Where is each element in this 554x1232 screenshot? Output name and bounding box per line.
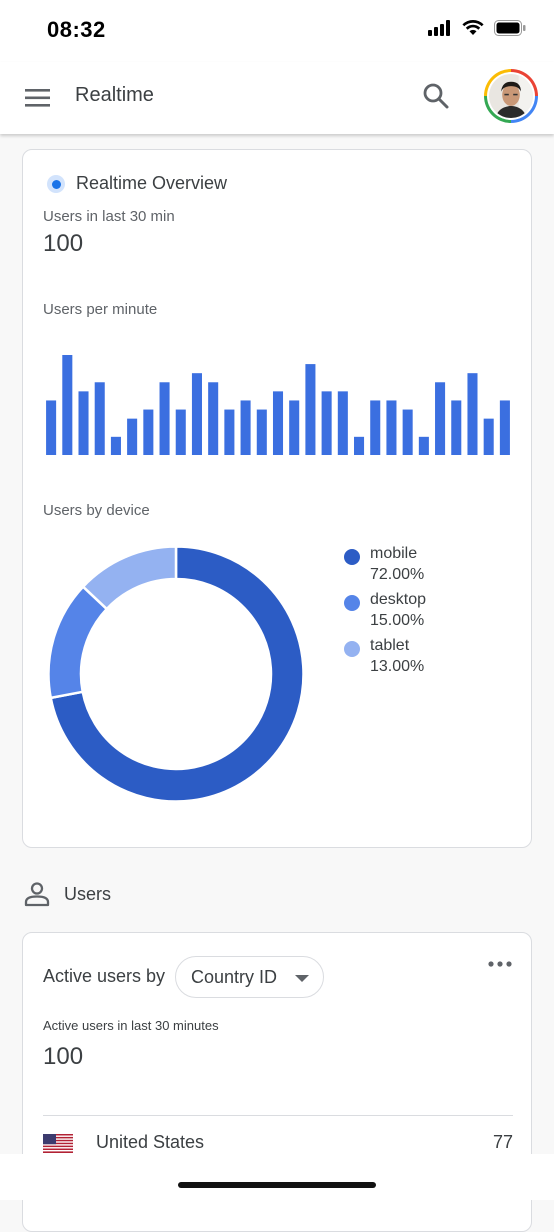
- home-indicator[interactable]: [178, 1182, 376, 1188]
- legend-swatch: [344, 549, 360, 565]
- chart-bar: [321, 391, 332, 455]
- chart-bar: [256, 409, 267, 455]
- chart-bar: [159, 382, 170, 455]
- chart-bar: [289, 400, 300, 455]
- chart-bar: [78, 391, 89, 455]
- battery-icon: [494, 20, 526, 36]
- chart-bar: [370, 400, 381, 455]
- users-per-minute-chart: [46, 355, 510, 455]
- more-options-icon[interactable]: [488, 960, 512, 968]
- chart-bar: [46, 400, 57, 455]
- legend-value: 72.00%: [370, 566, 425, 583]
- chart-bar: [175, 409, 186, 455]
- chart-bar: [240, 400, 251, 455]
- chart-bar: [386, 400, 397, 455]
- page-title: Realtime: [75, 84, 154, 106]
- users-by-device-label: Users by device: [43, 502, 150, 519]
- chart-bar: [272, 391, 284, 455]
- users-30min-value: 100: [43, 230, 84, 257]
- legend-value: 13.00%: [370, 658, 425, 675]
- realtime-indicator-icon: [47, 175, 65, 193]
- dimension-value: Country ID: [191, 967, 278, 987]
- legend-swatch: [344, 595, 360, 611]
- wifi-icon: [462, 20, 484, 35]
- chart-bar: [224, 409, 235, 455]
- chart-bar: [418, 436, 429, 455]
- chart-bar: [62, 355, 73, 455]
- chart-bar: [451, 400, 462, 455]
- country-count: 77: [492, 1132, 513, 1152]
- us-flag-icon: [43, 1134, 73, 1153]
- avatar[interactable]: [484, 69, 538, 123]
- status-bar: 08:32: [0, 0, 554, 62]
- users-section-title: Users: [64, 884, 112, 904]
- legend-name: desktop: [370, 591, 427, 608]
- profile-photo: [489, 74, 533, 118]
- country-name: United States: [96, 1132, 205, 1152]
- chart-bar: [499, 400, 510, 455]
- menu-icon[interactable]: [24, 85, 52, 111]
- chart-bar: [483, 418, 494, 455]
- realtime-overview-card: Realtime Overview Users in last 30 min 1…: [22, 149, 532, 848]
- donut-slice-desktop: [47, 584, 109, 700]
- active-users-value: 100: [43, 1043, 84, 1070]
- app-bar: Realtime: [0, 62, 554, 134]
- overview-title: Realtime Overview: [76, 173, 228, 193]
- legend-name: tablet: [370, 637, 410, 654]
- chart-bar: [143, 409, 154, 455]
- active-users-sub-label: Active users in last 30 minutes: [43, 1018, 219, 1033]
- legend-swatch: [344, 641, 360, 657]
- active-users-by-label: Active users by: [43, 966, 166, 986]
- chart-bar: [402, 409, 413, 455]
- users-by-device-chart: [47, 545, 305, 803]
- caret-down-icon: [295, 975, 309, 982]
- donut-slice-tablet: [81, 545, 178, 611]
- chart-bar: [127, 418, 138, 455]
- chart-bar: [337, 391, 348, 455]
- divider: [43, 1115, 513, 1116]
- status-icons: [428, 20, 526, 36]
- search-icon[interactable]: [420, 80, 452, 112]
- dimension-dropdown[interactable]: Country ID: [175, 956, 324, 998]
- users-30min-label: Users in last 30 min: [43, 208, 175, 225]
- chart-bar: [191, 373, 202, 455]
- signal-icon: [428, 20, 450, 36]
- chart-bar: [110, 436, 121, 455]
- chart-bar: [435, 382, 446, 455]
- legend-value: 15.00%: [370, 612, 425, 629]
- person-icon: [24, 882, 50, 907]
- bottom-bar: [0, 1154, 554, 1200]
- legend-name: mobile: [370, 545, 418, 562]
- chart-bar: [354, 436, 365, 455]
- users-per-minute-label: Users per minute: [43, 301, 158, 318]
- chart-bar: [208, 382, 219, 455]
- chart-bar: [94, 382, 105, 455]
- chart-bar: [467, 373, 478, 455]
- status-time: 08:32: [47, 17, 106, 42]
- chart-bar: [305, 364, 316, 455]
